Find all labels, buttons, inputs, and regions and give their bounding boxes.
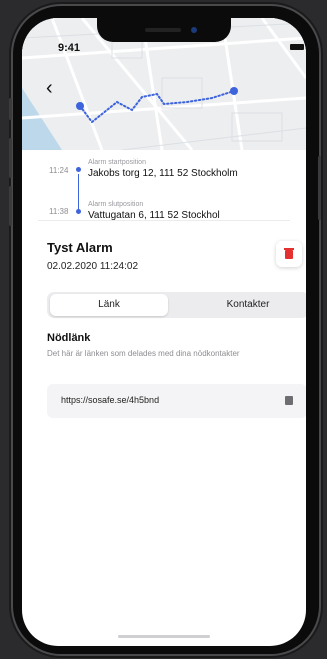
- alarm-title: Tyst Alarm: [47, 240, 113, 255]
- notch: [97, 18, 231, 42]
- end-time: 11:38: [49, 207, 69, 216]
- segmented-control: Länk Kontakter: [47, 292, 306, 318]
- delete-button[interactable]: [276, 241, 302, 267]
- tab-lank[interactable]: Länk: [50, 294, 168, 316]
- start-time: 11:24: [49, 166, 69, 175]
- end-caption: Alarm slutposition: [88, 201, 144, 208]
- trash-icon-body: [285, 250, 293, 259]
- emergency-link[interactable]: https://sosafe.se/4h5bnd: [61, 395, 159, 405]
- emergency-heading: Nödlänk: [47, 332, 91, 344]
- end-marker: [76, 209, 81, 214]
- emergency-description: Det här är länken som delades med dina n…: [47, 349, 240, 358]
- alarm-datetime: 02.02.2020 11:24:02: [47, 261, 139, 272]
- battery-icon: [290, 44, 304, 50]
- status-time: 9:41: [58, 42, 81, 54]
- volume-down-button: [9, 186, 12, 226]
- route-connector: [78, 174, 79, 212]
- volume-up-button: [9, 138, 12, 178]
- start-caption: Alarm startposition: [88, 159, 146, 166]
- tab-kontakter[interactable]: Kontakter: [189, 294, 306, 316]
- home-indicator[interactable]: [118, 635, 210, 638]
- camera: [191, 27, 197, 33]
- mute-switch: [9, 98, 12, 120]
- divider: [38, 220, 290, 221]
- copy-icon[interactable]: [285, 396, 293, 405]
- phone-screen: 9:41 ‹ 11:24 Alarm startposition Jakobs …: [22, 18, 306, 646]
- chevron-left-icon[interactable]: ‹: [46, 78, 53, 98]
- start-address: Jakobs torg 12, 111 52 Stockholm: [88, 168, 238, 179]
- speaker: [145, 28, 181, 32]
- emergency-link-box[interactable]: https://sosafe.se/4h5bnd: [47, 384, 306, 418]
- start-marker: [76, 167, 81, 172]
- power-button: [318, 156, 321, 220]
